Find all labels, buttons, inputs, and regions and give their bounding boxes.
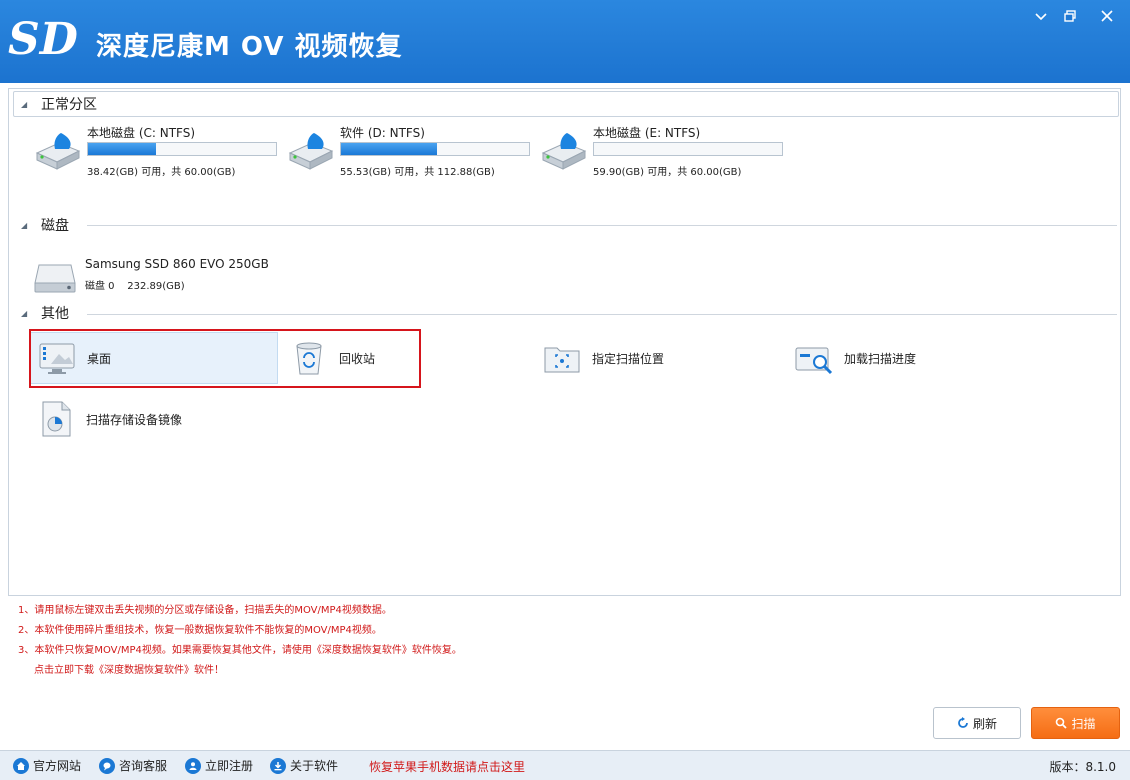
partition-info: 38.42(GB) 可用，共 60.00(GB): [87, 167, 236, 178]
close-icon: [1101, 10, 1113, 22]
search-icon: [1055, 717, 1068, 729]
home-icon: [13, 757, 29, 774]
other-item-load-progress[interactable]: 加载扫描进度: [788, 332, 1038, 384]
close-button[interactable]: [1094, 5, 1120, 27]
chat-icon: [99, 757, 115, 774]
official-website-label: 官方网站: [33, 759, 82, 773]
user-icon: [185, 757, 201, 774]
restore-window-icon: [1064, 10, 1076, 22]
partition-name: 本地磁盘 (C: NTFS): [87, 126, 196, 140]
status-bar: 官方网站 咨询客服 立即注册 关于软件 恢复苹果手机数据请点击这里 版本：8.1…: [0, 750, 1130, 780]
customer-service-link[interactable]: 咨询客服: [99, 757, 167, 774]
app-title: 深度尼康M OV 视频恢复: [96, 32, 403, 62]
section-divider: [87, 225, 1117, 226]
scan-button-label: 扫描: [1071, 716, 1096, 731]
hard-disk-icon: [34, 264, 76, 293]
section-partitions-label: 正常分区: [41, 97, 97, 113]
scan-button[interactable]: 扫描: [1031, 707, 1120, 739]
app-logo-icon: SD: [8, 14, 78, 64]
other-item-label: 加载扫描进度: [844, 351, 917, 366]
partition-name: 本地磁盘 (E: NTFS): [593, 126, 701, 140]
partition-d[interactable]: 软件 (D: NTFS) 55.53(GB) 可用，共 112.88(GB): [286, 121, 536, 181]
disk-info: 磁盘 0 232.89(GB): [85, 281, 185, 292]
dropdown-menu-icon: [1035, 13, 1047, 21]
refresh-icon: [957, 717, 969, 729]
drive-icon: [35, 133, 81, 170]
restore-button[interactable]: [1057, 5, 1083, 27]
other-item-disk-image[interactable]: 扫描存储设备镜像: [30, 393, 280, 445]
usage-bar: [593, 142, 783, 156]
official-website-link[interactable]: 官方网站: [13, 757, 81, 774]
usage-bar-fill: [88, 143, 156, 155]
about-label: 关于软件: [290, 759, 339, 773]
refresh-button-label: 刷新: [972, 716, 997, 731]
customer-service-label: 咨询客服: [119, 759, 168, 773]
svg-text:SD: SD: [8, 14, 78, 64]
instruction-line: 1、请用鼠标左键双击丢失视频的分区或存储设备，扫描丢失的MOV/MP4视频数据。: [18, 605, 392, 616]
selection-highlight: [29, 329, 421, 388]
other-item-label: 扫描存储设备镜像: [86, 412, 183, 427]
partition-info: 59.90(GB) 可用，共 60.00(GB): [593, 167, 742, 178]
section-others-header[interactable]: ◢ 其他: [21, 304, 69, 322]
refresh-button[interactable]: 刷新: [933, 707, 1021, 739]
collapse-icon: ◢: [21, 99, 28, 109]
collapse-icon: ◢: [21, 220, 28, 230]
usage-bar: [87, 142, 277, 156]
section-others-label: 其他: [41, 306, 69, 322]
instruction-line: 3、本软件只恢复MOV/MP4视频。如果需要恢复其他文件，请使用《深度数据恢复软…: [18, 645, 462, 656]
section-partitions-header[interactable]: ◢ 正常分区: [21, 95, 97, 113]
load-progress-icon: [795, 347, 833, 375]
apple-recovery-link[interactable]: 恢复苹果手机数据请点击这里: [369, 758, 525, 775]
section-divider: [87, 314, 1117, 315]
register-label: 立即注册: [205, 759, 254, 773]
version-label: 版本：8.1.0: [1049, 760, 1116, 774]
other-item-label: 指定扫描位置: [592, 351, 665, 366]
section-disks-header[interactable]: ◢ 磁盘: [21, 216, 69, 234]
scan-location-icon: [544, 347, 580, 373]
other-item-scan-location[interactable]: 指定扫描位置: [536, 332, 786, 384]
title-bar: SD 深度尼康M OV 视频恢复: [0, 0, 1130, 83]
usage-bar-fill: [341, 143, 437, 155]
download-link[interactable]: 点击立即下载《深度数据恢复软件》软件！: [18, 664, 818, 684]
collapse-icon: ◢: [21, 308, 28, 318]
usage-bar: [340, 142, 530, 156]
disk-image-icon: [42, 401, 71, 437]
drive-icon: [541, 133, 587, 170]
disk-samsung-ssd[interactable]: Samsung SSD 860 EVO 250GB 磁盘 0 232.89(GB…: [33, 255, 333, 297]
instruction-line: 2、本软件使用碎片重组技术，恢复一般数据恢复软件不能恢复的MOV/MP4视频。: [18, 625, 382, 636]
disk-name: Samsung SSD 860 EVO 250GB: [85, 257, 269, 271]
about-link[interactable]: 关于软件: [270, 757, 338, 774]
download-icon: [270, 757, 286, 774]
register-link[interactable]: 立即注册: [185, 757, 253, 774]
partition-e[interactable]: 本地磁盘 (E: NTFS) 59.90(GB) 可用，共 60.00(GB): [539, 121, 789, 181]
main-panel: ◢ 正常分区 本地磁盘 (C: NTFS) 38.42(GB) 可用，共 60.…: [8, 88, 1121, 596]
drive-icon: [288, 133, 334, 170]
section-partitions-header-box: [13, 91, 1119, 117]
menu-button[interactable]: [1028, 5, 1054, 27]
instructions: 1、请用鼠标左键双击丢失视频的分区或存储设备，扫描丢失的MOV/MP4视频数据。…: [18, 604, 818, 684]
partition-info: 55.53(GB) 可用，共 112.88(GB): [340, 167, 495, 178]
partition-c[interactable]: 本地磁盘 (C: NTFS) 38.42(GB) 可用，共 60.00(GB): [33, 121, 283, 181]
partition-name: 软件 (D: NTFS): [340, 126, 425, 140]
section-disks-label: 磁盘: [41, 218, 69, 234]
